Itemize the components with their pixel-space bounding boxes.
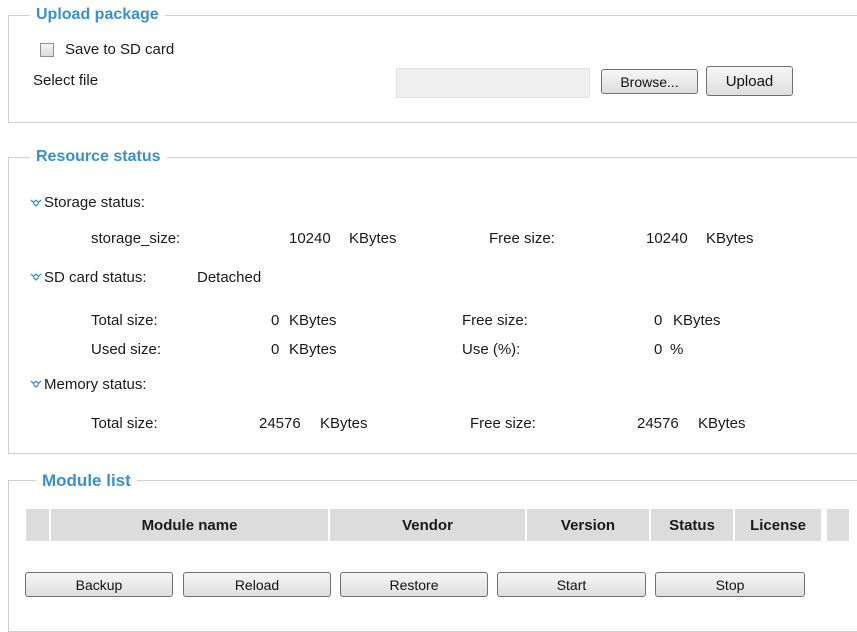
upload-button[interactable]: Upload <box>706 66 793 96</box>
storage-free-unit: KBytes <box>706 230 754 247</box>
double-chevron-down-icon <box>30 199 42 207</box>
memory-free-unit: KBytes <box>698 415 746 432</box>
select-file-label: Select file <box>33 72 99 89</box>
sd-free-label: Free size: <box>462 312 528 329</box>
reload-button[interactable]: Reload <box>183 572 331 597</box>
module-name-column-header: Module name <box>51 509 328 541</box>
storage-size-label: storage_size: <box>91 230 181 247</box>
storage-status-heading: Storage status: <box>44 194 145 211</box>
file-path-input[interactable] <box>396 68 590 98</box>
memory-total-label: Total size: <box>91 415 158 432</box>
memory-total-unit: KBytes <box>320 415 368 432</box>
module-list-fieldset <box>8 480 857 632</box>
sd-used-unit: KBytes <box>289 341 337 358</box>
license-column-header: License <box>735 509 821 541</box>
version-column-header: Version <box>527 509 649 541</box>
memory-free-value: 24576 <box>637 415 679 432</box>
memory-free-label: Free size: <box>470 415 536 432</box>
restore-button[interactable]: Restore <box>340 572 488 597</box>
start-button[interactable]: Start <box>497 572 646 597</box>
storage-free-value: 10240 <box>646 230 688 247</box>
save-to-sd-label: Save to SD card <box>65 41 175 58</box>
memory-total-value: 24576 <box>259 415 301 432</box>
storage-size-value: 10240 <box>289 230 331 247</box>
sd-card-state: Detached <box>197 269 262 286</box>
sd-total-value: 0 <box>271 312 280 329</box>
upload-package-title: Upload package <box>30 6 165 24</box>
resource-status-title: Resource status <box>30 148 167 166</box>
stop-button[interactable]: Stop <box>655 572 805 597</box>
storage-size-unit: KBytes <box>349 230 397 247</box>
sd-total-label: Total size: <box>91 312 158 329</box>
vendor-column-header: Vendor <box>330 509 525 541</box>
module-extra-column-header <box>827 509 849 541</box>
module-select-column-header <box>26 509 49 541</box>
storage-free-label: Free size: <box>489 230 555 247</box>
sd-used-label: Used size: <box>91 341 162 358</box>
double-chevron-down-icon <box>30 380 42 388</box>
double-chevron-down-icon <box>30 273 42 281</box>
browse-button[interactable]: Browse... <box>601 69 698 94</box>
sd-used-value: 0 <box>271 341 280 358</box>
sd-free-value: 0 <box>654 312 663 329</box>
module-list-title: Module list <box>36 471 137 491</box>
sd-total-unit: KBytes <box>289 312 337 329</box>
sd-use-percent-label: Use (%): <box>462 341 521 358</box>
status-column-header: Status <box>651 509 733 541</box>
sd-free-unit: KBytes <box>673 312 721 329</box>
save-to-sd-checkbox[interactable] <box>40 43 54 57</box>
memory-status-heading: Memory status: <box>44 376 147 393</box>
backup-button[interactable]: Backup <box>25 572 173 597</box>
sd-card-status-heading: SD card status: <box>44 269 147 286</box>
sd-use-percent-value: 0 <box>654 341 663 358</box>
sd-use-percent-unit: % <box>670 341 684 358</box>
